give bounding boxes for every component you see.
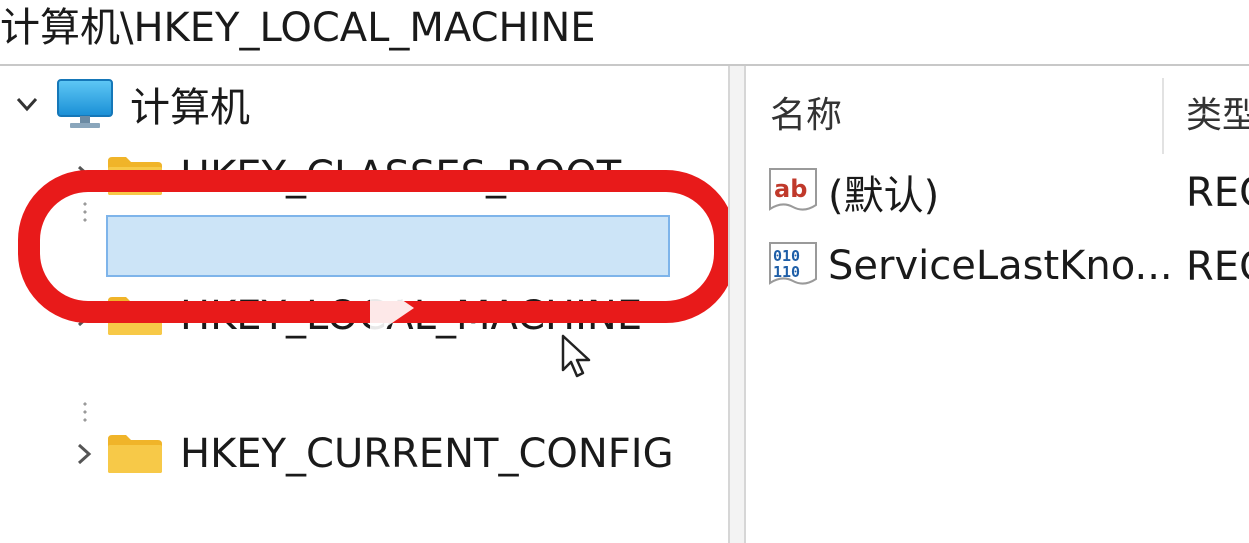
play-icon bbox=[370, 278, 414, 338]
chevron-down-icon[interactable] bbox=[14, 91, 40, 117]
tree-item-label: HKEY_CURRENT_CONFIG bbox=[180, 431, 674, 477]
column-header-type[interactable]: 类型 bbox=[1186, 86, 1249, 138]
list-item-servicelastknown[interactable]: 010 110 ServiceLastKno... bbox=[766, 238, 1173, 294]
pane-splitter[interactable] bbox=[728, 66, 746, 543]
folder-icon bbox=[106, 433, 164, 475]
computer-icon bbox=[56, 78, 114, 130]
list-item-name: (默认) bbox=[828, 173, 940, 219]
tree-item-hkey-current-config[interactable]: HKEY_CURRENT_CONFIG bbox=[70, 426, 674, 482]
column-header-name[interactable]: 名称 bbox=[770, 86, 842, 138]
svg-text:110: 110 bbox=[773, 263, 800, 281]
chevron-right-icon[interactable] bbox=[70, 441, 96, 467]
list-item-type: REG bbox=[1186, 170, 1249, 216]
list-item-name: ServiceLastKno... bbox=[828, 243, 1173, 289]
mouse-cursor-icon bbox=[560, 334, 594, 384]
tree-guide-line bbox=[83, 400, 87, 422]
list-item-default[interactable]: ab (默认) bbox=[766, 164, 939, 220]
binary-value-icon: 010 110 bbox=[766, 239, 820, 293]
address-bar[interactable]: 计算机\HKEY_LOCAL_MACHINE bbox=[0, 0, 1249, 60]
registry-editor-window: 计算机\HKEY_LOCAL_MACHINE 计算机 HKEY_CLASSES_… bbox=[0, 0, 1249, 543]
tree-root-label: 计算机 bbox=[130, 85, 250, 131]
svg-text:ab: ab bbox=[774, 175, 807, 203]
string-value-icon: ab bbox=[766, 165, 820, 219]
column-separator[interactable] bbox=[1162, 78, 1164, 154]
list-item-type: REG bbox=[1186, 244, 1249, 290]
tree-root-computer[interactable]: 计算机 bbox=[14, 76, 250, 132]
address-path[interactable]: 计算机\HKEY_LOCAL_MACHINE bbox=[0, 4, 596, 52]
